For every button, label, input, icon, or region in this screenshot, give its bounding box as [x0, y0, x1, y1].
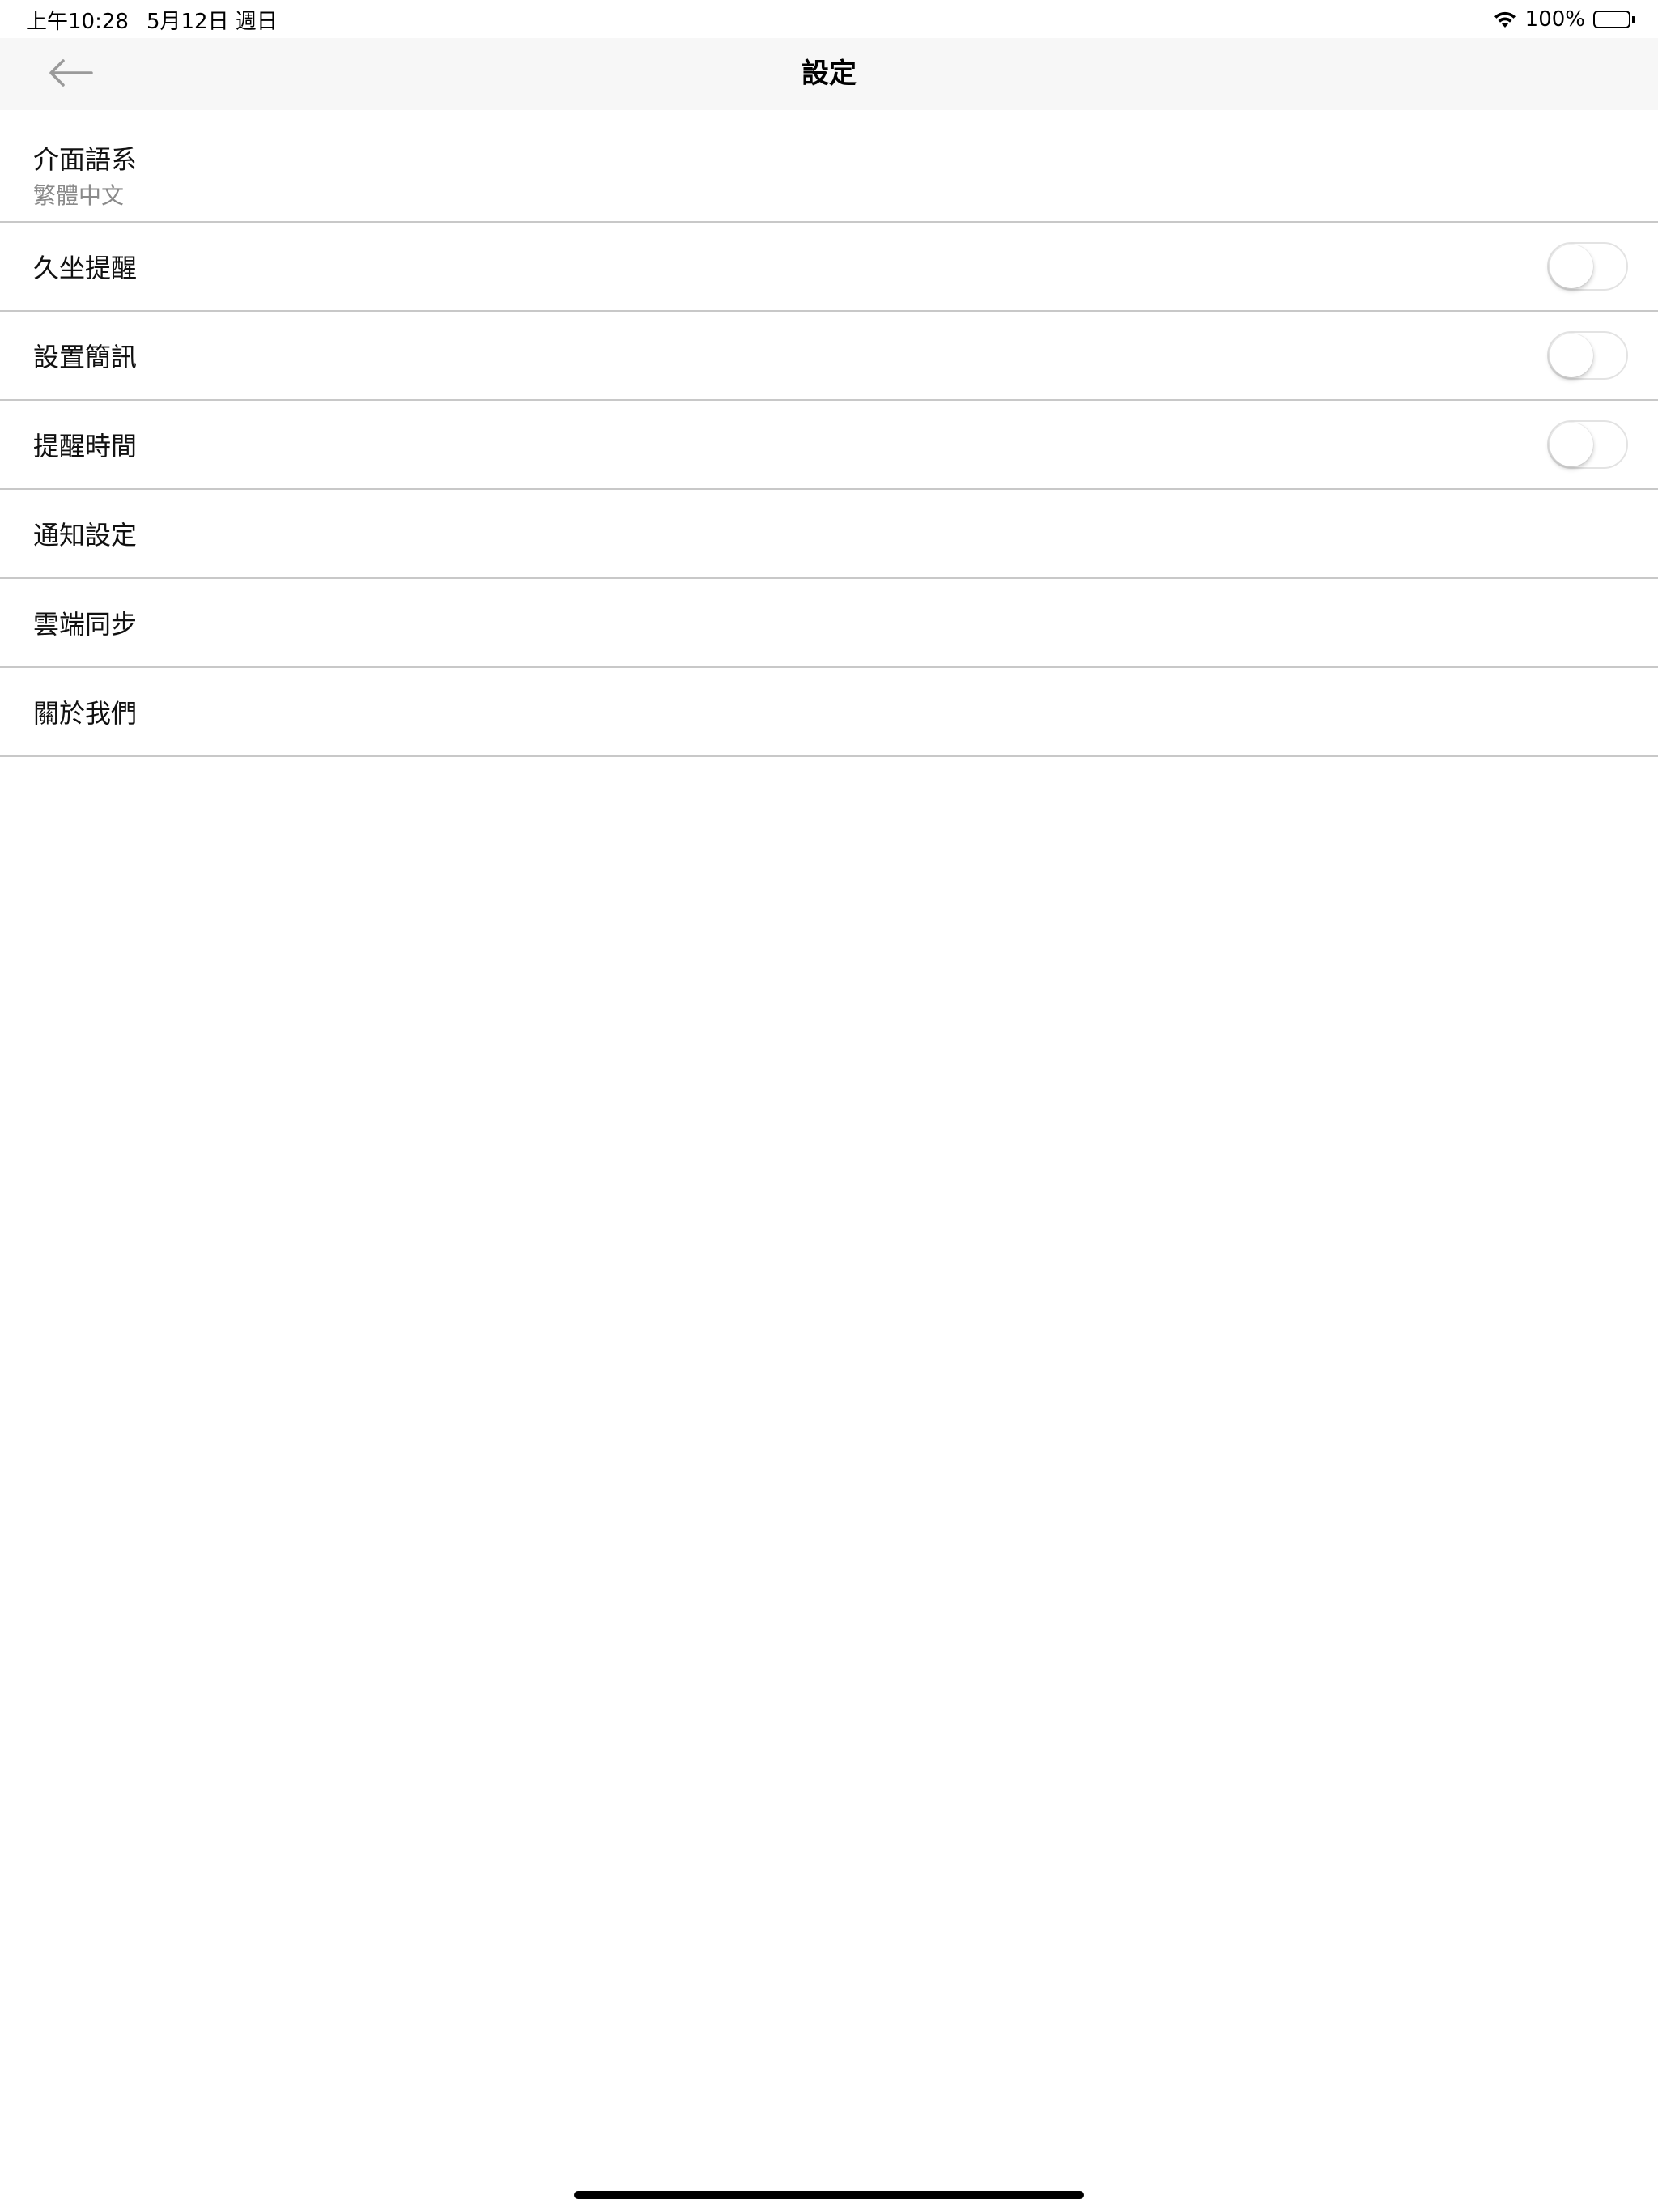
toggle-knob: [1550, 245, 1593, 288]
status-bar: 上午10:28 5月12日 週日 100%: [0, 0, 1658, 38]
notification-settings-label: 通知設定: [33, 520, 138, 551]
back-button[interactable]: [42, 54, 99, 95]
settings-row-reminder-time: 提醒時間: [0, 401, 1658, 490]
sedentary-reminder-label: 久坐提醒: [33, 253, 138, 283]
language-value: 繁體中文: [33, 182, 125, 209]
sedentary-reminder-toggle[interactable]: [1547, 242, 1628, 291]
status-time: 上午10:28: [26, 10, 129, 34]
reminder-time-label: 提醒時間: [33, 431, 138, 462]
settings-row-sedentary-reminder: 久坐提醒: [0, 223, 1658, 312]
battery-icon: [1593, 11, 1635, 28]
settings-list: 介面語系 繁體中文 久坐提醒 設置簡訊 提醒時間 通知設定 雲端同步 關於我們: [0, 110, 1658, 757]
status-indicators: 100%: [1493, 5, 1635, 34]
navigation-bar: 設定: [0, 38, 1658, 110]
toggle-knob: [1550, 334, 1593, 377]
settings-row-notification-settings[interactable]: 通知設定: [0, 490, 1658, 579]
sms-setting-label: 設置簡訊: [33, 342, 138, 372]
reminder-time-toggle[interactable]: [1547, 420, 1628, 469]
about-us-label: 關於我們: [33, 698, 138, 729]
settings-row-sms-setting: 設置簡訊: [0, 312, 1658, 401]
settings-screen: 上午10:28 5月12日 週日 100% 設定 介面語系 繁體中文 久坐提醒 …: [0, 0, 1658, 2212]
settings-row-cloud-sync[interactable]: 雲端同步: [0, 579, 1658, 668]
page-title: 設定: [801, 57, 857, 90]
status-date: 5月12日 週日: [146, 10, 278, 34]
cloud-sync-label: 雲端同步: [33, 609, 138, 640]
settings-row-about-us[interactable]: 關於我們: [0, 668, 1658, 757]
battery-percent: 100%: [1524, 7, 1585, 32]
wifi-icon: [1493, 11, 1517, 28]
language-label: 介面語系: [33, 144, 138, 175]
arrow-left-icon: [48, 59, 93, 90]
status-time-date: 上午10:28 5月12日 週日: [26, 5, 278, 35]
home-indicator[interactable]: [574, 2191, 1084, 2199]
toggle-knob: [1550, 423, 1593, 466]
sms-setting-toggle[interactable]: [1547, 331, 1628, 380]
settings-row-language[interactable]: 介面語系 繁體中文: [0, 110, 1658, 223]
